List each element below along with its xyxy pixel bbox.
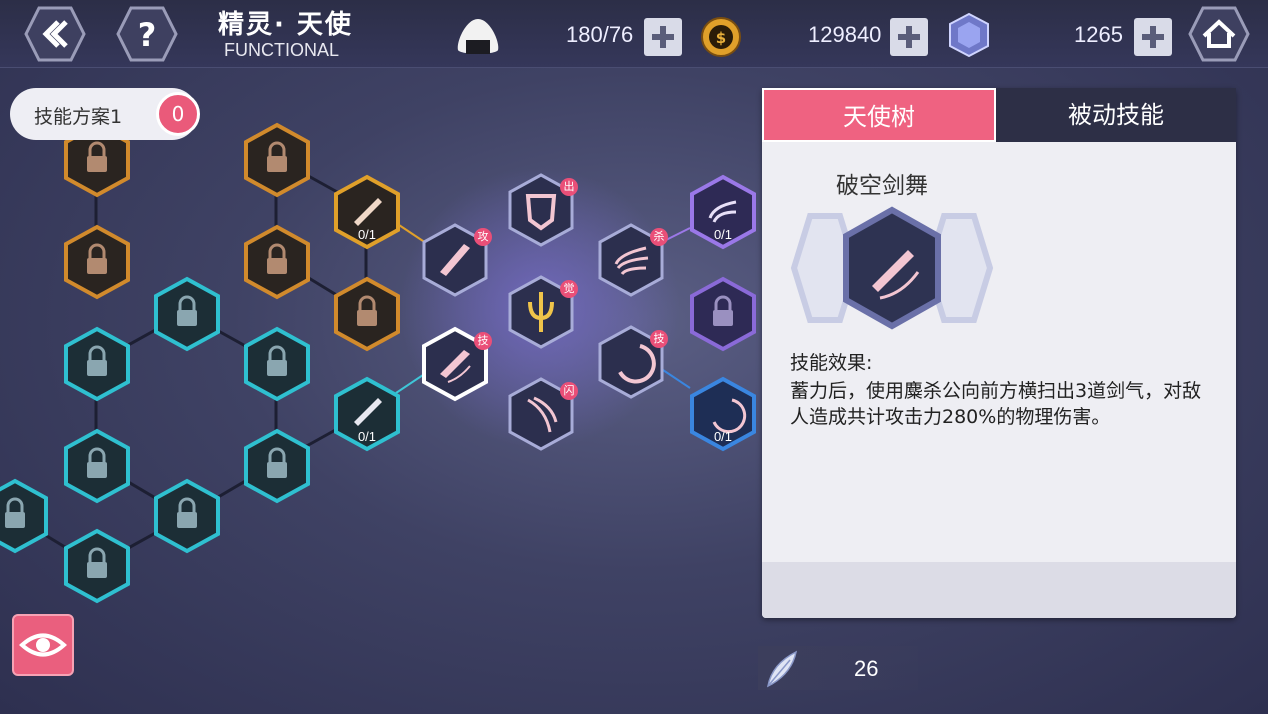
lock-icon	[64, 428, 130, 504]
rice-ball-icon	[457, 19, 499, 54]
skill-level: 0/1	[357, 227, 377, 242]
skill-effect-label: 技能效果:	[790, 352, 873, 374]
out-skill-node[interactable]: 出	[506, 172, 578, 248]
add-gold-button[interactable]	[890, 18, 928, 56]
skill-plan-selector[interactable]: 技能方案1 0	[10, 88, 200, 140]
preview-button[interactable]	[12, 614, 74, 676]
feather-value: 26	[854, 656, 879, 681]
locked-skill-node[interactable]	[688, 276, 758, 352]
lock-icon	[154, 478, 220, 554]
locked-skill-node[interactable]	[242, 224, 312, 300]
skill-level: 0/1	[357, 429, 377, 444]
attack-badge: 攻	[474, 228, 492, 246]
skill-level: 0/1	[713, 429, 733, 444]
skill-badge: 技	[650, 330, 668, 348]
page-title: 精灵· 天使	[218, 10, 353, 40]
locked-skill-node[interactable]	[152, 478, 222, 554]
selected-skill-node[interactable]: 技	[420, 326, 492, 402]
locked-skill-node[interactable]	[332, 276, 402, 352]
back-icon	[24, 6, 86, 62]
awaken-skill-node[interactable]: 觉	[506, 274, 578, 350]
skill-sword-slash-icon	[790, 206, 994, 330]
flash-badge: 闪	[560, 382, 578, 400]
skill-tree: 0/1 0/1 攻 出 杀 觉 技 技 闪 0/1 0/1	[0, 68, 760, 714]
lock-icon	[64, 326, 130, 402]
awaken-badge: 觉	[560, 280, 578, 298]
svg-text:$: $	[716, 29, 726, 47]
skill-plan-label: 技能方案1	[34, 106, 123, 128]
lock-icon	[244, 224, 310, 300]
skill-badge: 技	[474, 332, 492, 350]
home-icon	[1188, 6, 1250, 62]
flash-skill-node[interactable]: 闪	[506, 376, 578, 452]
lock-icon	[334, 276, 400, 352]
back-button[interactable]	[24, 6, 86, 62]
attack-skill-node[interactable]: 攻	[420, 222, 492, 298]
locked-skill-node[interactable]	[242, 122, 312, 198]
help-button[interactable]: ?	[116, 6, 178, 62]
lock-icon	[690, 276, 756, 352]
ex-arc-skill-node[interactable]: 0/1	[688, 376, 758, 452]
tab-passive-skills[interactable]: 被动技能	[996, 88, 1236, 142]
crystal-value: 1265	[1074, 22, 1123, 47]
crystal-icon	[949, 12, 989, 58]
skill-detail-panel: 天使树 被动技能 破空剑舞 技能效果: 蓄力后，使用麋杀公向前方横扫出3道剑气，…	[762, 88, 1236, 618]
lock-icon	[244, 122, 310, 198]
locked-skill-node[interactable]	[62, 326, 132, 402]
home-button[interactable]	[1188, 6, 1250, 62]
lock-icon	[0, 478, 48, 554]
lock-icon	[64, 224, 130, 300]
eye-icon	[19, 633, 67, 657]
question-icon: ?	[116, 6, 178, 62]
locked-skill-node[interactable]	[62, 224, 132, 300]
ex-wave-skill-node[interactable]: 0/1	[688, 174, 758, 250]
gold-value: 129840	[808, 22, 882, 47]
feather-icon	[766, 650, 798, 688]
locked-skill-node[interactable]	[242, 428, 312, 504]
kill-badge: 杀	[650, 228, 668, 246]
skill-level: 0/1	[713, 227, 733, 242]
locked-skill-node[interactable]	[62, 528, 132, 604]
locked-skill-node[interactable]	[242, 326, 312, 402]
lock-icon	[64, 528, 130, 604]
skill-effect-text: 蓄力后，使用麋杀公向前方横扫出3道剑气，对敌人造成共计攻击力280%的物理伤害。	[790, 380, 1202, 428]
add-crystal-button[interactable]	[1134, 18, 1172, 56]
panel-footer	[762, 562, 1236, 618]
feather-counter: 26	[758, 646, 918, 690]
svg-text:?: ?	[138, 16, 157, 54]
lock-icon	[244, 326, 310, 402]
lock-icon	[244, 428, 310, 504]
stamina-value: 180/76	[566, 22, 634, 47]
locked-skill-node[interactable]	[0, 478, 50, 554]
skill-plan-count: 0	[156, 92, 200, 136]
tab-angel-tree[interactable]: 天使树	[762, 88, 996, 142]
lock-icon	[154, 276, 220, 352]
skill-name: 破空剑舞	[836, 173, 928, 199]
top-bar: ? 精灵· 天使 FUNCTIONAL 180/76 $ 129840 1265	[0, 0, 1268, 68]
locked-skill-node[interactable]	[152, 276, 222, 352]
kill-skill-node[interactable]: 杀	[596, 222, 668, 298]
page-subtitle: FUNCTIONAL	[224, 40, 340, 60]
ex-sword-skill-node[interactable]: 0/1	[332, 174, 402, 250]
crescent-skill-node[interactable]: 技	[596, 324, 668, 400]
add-stamina-button[interactable]	[644, 18, 682, 56]
locked-skill-node[interactable]	[62, 428, 132, 504]
ex-slash-skill-node[interactable]: 0/1	[332, 376, 402, 452]
gold-coin-icon: $	[701, 17, 741, 57]
out-badge: 出	[560, 178, 578, 196]
